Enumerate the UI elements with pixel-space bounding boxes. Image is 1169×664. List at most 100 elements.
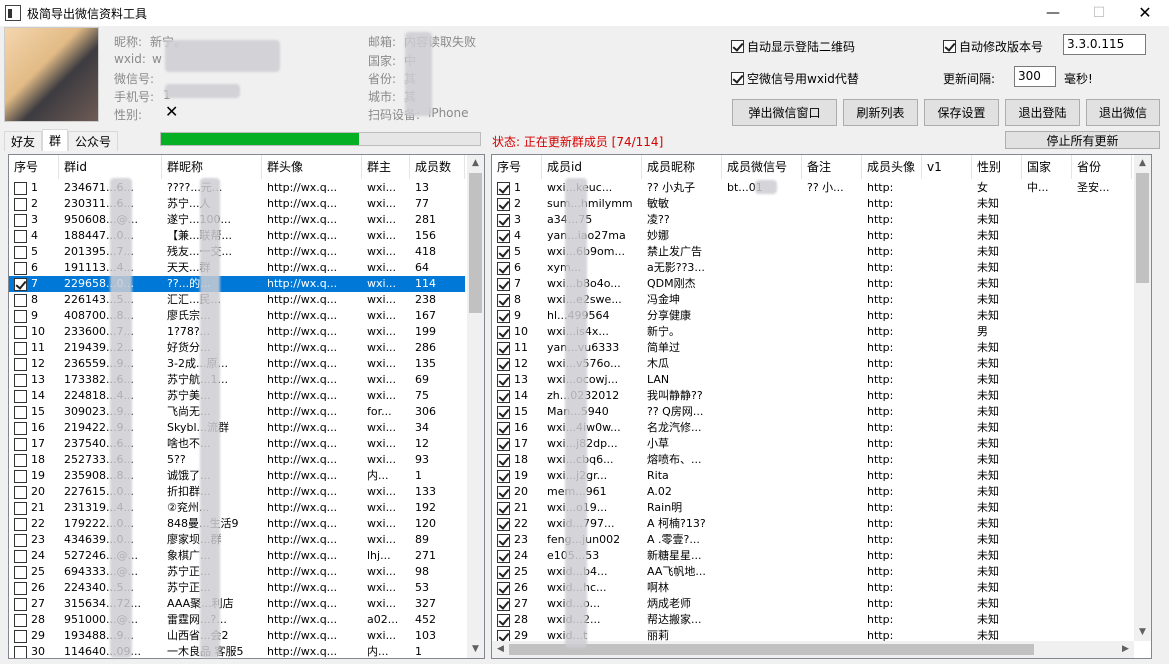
row-checkbox[interactable] — [14, 485, 27, 499]
hscrollbar-thumb[interactable] — [509, 644, 1034, 655]
empty-wechat-option[interactable]: 空微信号用wxid代替 — [731, 70, 859, 87]
row-checkbox[interactable] — [14, 261, 27, 275]
row-checkbox[interactable] — [14, 421, 27, 435]
row-checkbox[interactable] — [497, 277, 510, 291]
row-checkbox[interactable] — [14, 229, 27, 243]
table-row[interactable]: 7 229658...0... ??...的... http://wx.q... wxi… — [9, 276, 465, 292]
table-row[interactable]: 18 252733...6... 5?? http://wx.q... wxi... 93 — [9, 452, 465, 468]
save-settings-button[interactable]: 保存设置 — [924, 99, 999, 126]
row-checkbox[interactable] — [497, 293, 510, 307]
close-button[interactable]: ✕ — [1122, 0, 1168, 26]
row-checkbox[interactable] — [497, 213, 510, 227]
auto-qr-checkbox[interactable] — [731, 40, 744, 53]
member-column-header[interactable]: 成员id — [542, 155, 642, 179]
row-checkbox[interactable] — [497, 229, 510, 243]
table-row[interactable]: 16 219422...9... Skybl...流群 http://wx.q... w… — [9, 420, 465, 436]
group-column-header[interactable]: 群头像 — [262, 155, 362, 179]
member-column-header[interactable]: 序号 — [492, 155, 542, 179]
auto-version-option[interactable]: 自动修改版本号 — [943, 38, 1043, 55]
table-row[interactable]: 23 434639...0... 廖家坝...群 http://wx.q... wxi.… — [9, 532, 465, 548]
table-row[interactable]: 20 mem...961 A.02 http: 未知 — [492, 484, 1132, 500]
table-row[interactable]: 3 a34...75 凌?? http: 未知 — [492, 212, 1132, 228]
refresh-list-button[interactable]: 刷新列表 — [843, 99, 918, 126]
table-row[interactable]: 19 wxi...j2gr... Rita http: 未知 — [492, 468, 1132, 484]
member-column-header[interactable]: 成员头像 — [862, 155, 922, 179]
table-row[interactable]: 21 wxi...o19... Rain明 http: 未知 — [492, 500, 1132, 516]
row-checkbox[interactable] — [14, 501, 27, 515]
row-checkbox[interactable] — [14, 293, 27, 307]
row-checkbox[interactable] — [14, 277, 27, 291]
table-row[interactable]: 14 224818...4... 苏宁美... http://wx.q... wxi..… — [9, 388, 465, 404]
table-row[interactable]: 22 wxid...797... A 柯楠?13? http: 未知 — [492, 516, 1132, 532]
table-row[interactable]: 17 237540...6... 啥也不... http://wx.q... wxi..… — [9, 436, 465, 452]
table-row[interactable]: 2 sum...hmilymm 敏敏 http: 未知 — [492, 196, 1132, 212]
row-checkbox[interactable] — [14, 181, 27, 195]
table-row[interactable]: 8 wxi...e2swe... 冯金坤 http: 未知 — [492, 292, 1132, 308]
row-checkbox[interactable] — [497, 549, 510, 563]
scroll-down-icon[interactable]: ▼ — [1134, 624, 1151, 641]
interval-input[interactable]: 300 — [1014, 66, 1056, 87]
row-checkbox[interactable] — [497, 437, 510, 451]
scroll-up-icon[interactable]: ▲ — [1134, 155, 1151, 172]
scroll-down-icon[interactable]: ▼ — [467, 641, 484, 658]
group-column-header[interactable]: 成员数 — [410, 155, 465, 179]
row-checkbox[interactable] — [497, 389, 510, 403]
table-row[interactable]: 25 wxid...b4... AA飞帆地... http: 未知 — [492, 564, 1132, 580]
row-checkbox[interactable] — [497, 501, 510, 515]
row-checkbox[interactable] — [14, 597, 27, 611]
member-column-header[interactable]: 国家 — [1022, 155, 1072, 179]
table-row[interactable]: 7 wxi...b8o4o... QDM刚杰 http: 未知 — [492, 276, 1132, 292]
table-row[interactable]: 27 wxid...o... 炳成老师 http: 未知 — [492, 596, 1132, 612]
row-checkbox[interactable] — [14, 437, 27, 451]
row-checkbox[interactable] — [14, 645, 27, 658]
table-row[interactable]: 24 527246...@... 象棋广... http://wx.q... lhj..… — [9, 548, 465, 564]
tab-official-accounts[interactable]: 公众号 — [68, 131, 119, 151]
table-row[interactable]: 5 wxi...6b9om... 禁止发广告 http: 未知 — [492, 244, 1132, 260]
table-row[interactable]: 26 wxid...hc... 啊林 http: 未知 — [492, 580, 1132, 596]
member-list-scrollbar[interactable]: ▲ ▼ — [1134, 155, 1151, 641]
member-column-header[interactable]: 备注 — [802, 155, 862, 179]
row-checkbox[interactable] — [497, 597, 510, 611]
row-checkbox[interactable] — [497, 533, 510, 547]
row-checkbox[interactable] — [14, 565, 27, 579]
table-row[interactable]: 8 226143...5... 汇汇...民... http://wx.q... wxi… — [9, 292, 465, 308]
auto-qr-option[interactable]: 自动显示登陆二维码 — [731, 38, 855, 55]
row-checkbox[interactable] — [14, 213, 27, 227]
group-column-header[interactable]: 序号 — [9, 155, 59, 179]
table-row[interactable]: 20 227615...0... 折扣群... http://wx.q... wxi..… — [9, 484, 465, 500]
table-row[interactable]: 4 yan...iao27ma 妙娜 http: 未知 — [492, 228, 1132, 244]
table-row[interactable]: 2 230311...6... 苏宁...人 http://wx.q... wxi...… — [9, 196, 465, 212]
table-row[interactable]: 28 951000...@... 雷霆网...?... http://wx.q... a… — [9, 612, 465, 628]
row-checkbox[interactable] — [14, 405, 27, 419]
row-checkbox[interactable] — [497, 373, 510, 387]
group-column-header[interactable]: 群昵称 — [162, 155, 262, 179]
row-checkbox[interactable] — [14, 341, 27, 355]
table-row[interactable]: 9 hl...499564 分享健康 http: 未知 — [492, 308, 1132, 324]
table-row[interactable]: 13 wxi...ocowj... LAN http: 未知 — [492, 372, 1132, 388]
table-row[interactable]: 3 950608...@... 遂宁...100... http://wx.q... w… — [9, 212, 465, 228]
popup-wechat-button[interactable]: 弹出微信窗口 — [732, 99, 837, 126]
table-row[interactable]: 11 yan...vu6333 简单过 http: 未知 — [492, 340, 1132, 356]
row-checkbox[interactable] — [497, 181, 510, 195]
row-checkbox[interactable] — [14, 389, 27, 403]
row-checkbox[interactable] — [14, 245, 27, 259]
row-checkbox[interactable] — [497, 245, 510, 259]
auto-version-checkbox[interactable] — [943, 40, 956, 53]
tab-friends[interactable]: 好友 — [4, 131, 43, 151]
group-column-header[interactable]: 群主 — [362, 155, 410, 179]
row-checkbox[interactable] — [497, 325, 510, 339]
row-checkbox[interactable] — [14, 357, 27, 371]
row-checkbox[interactable] — [14, 581, 27, 595]
row-checkbox[interactable] — [497, 421, 510, 435]
row-checkbox[interactable] — [497, 405, 510, 419]
table-row[interactable]: 21 231319...4... ②兖州... http://wx.q... wxi..… — [9, 500, 465, 516]
scroll-right-icon[interactable]: ▶ — [1117, 641, 1134, 658]
table-row[interactable]: 15 309023...9... 飞尚无... http://wx.q... for..… — [9, 404, 465, 420]
table-row[interactable]: 28 wxid...2... 帮达搬家... http: 未知 — [492, 612, 1132, 628]
row-checkbox[interactable] — [14, 517, 27, 531]
maximize-button[interactable]: ☐ — [1076, 0, 1122, 26]
row-checkbox[interactable] — [497, 453, 510, 467]
table-row[interactable]: 10 233600...7... 1?78?... http://wx.q... wxi… — [9, 324, 465, 340]
row-checkbox[interactable] — [497, 197, 510, 211]
member-list[interactable]: 序号成员id成员昵称成员微信号备注成员头像v1性别国家省份 1 wxi...keu… — [491, 154, 1152, 659]
